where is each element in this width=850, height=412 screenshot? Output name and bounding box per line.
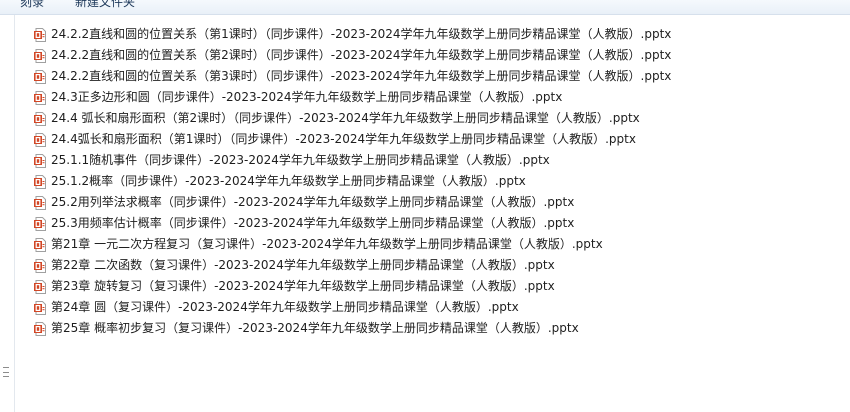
pptx-file-icon (34, 153, 46, 168)
file-name: 第21章 一元二次方程复习（复习课件）-2023-2024学年九年级数学上册同步… (51, 237, 603, 251)
pptx-file-icon (34, 300, 46, 315)
file-name: 第25章 概率初步复习（复习课件）-2023-2024学年九年级数学上册同步精品… (51, 321, 579, 335)
file-row[interactable]: 第24章 圆（复习课件）-2023-2024学年九年级数学上册同步精品课堂（人教… (34, 297, 671, 318)
file-row[interactable]: 25.1.2概率（同步课件）-2023-2024学年九年级数学上册同步精品课堂（… (34, 171, 671, 192)
file-name: 24.3正多边形和圆（同步课件）-2023-2024学年九年级数学上册同步精品课… (51, 90, 563, 104)
file-row[interactable]: 24.2.2直线和圆的位置关系（第2课时）（同步课件）-2023-2024学年九… (34, 45, 671, 66)
file-row[interactable]: 第25章 概率初步复习（复习课件）-2023-2024学年九年级数学上册同步精品… (34, 318, 671, 339)
file-name: 24.4 弧长和扇形面积（第2课时）（同步课件）-2023-2024学年九年级数… (51, 111, 640, 125)
file-row[interactable]: 第23章 旋转复习（复习课件）-2023-2024学年九年级数学上册同步精品课堂… (34, 276, 671, 297)
file-row[interactable]: 24.4弧长和扇形面积（第1课时）（同步课件）-2023-2024学年九年级数学… (34, 129, 671, 150)
burn-button[interactable]: 刻录 (20, 0, 44, 10)
file-row[interactable]: 24.2.2直线和圆的位置关系（第3课时）（同步课件）-2023-2024学年九… (34, 66, 671, 87)
file-name: 24.4弧长和扇形面积（第1课时）（同步课件）-2023-2024学年九年级数学… (51, 132, 636, 146)
pptx-file-icon (34, 321, 46, 336)
file-name: 第24章 圆（复习课件）-2023-2024学年九年级数学上册同步精品课堂（人教… (51, 300, 519, 314)
pptx-file-icon (34, 216, 46, 231)
file-row[interactable]: 25.3用频率估计概率（同步课件）-2023-2024学年九年级数学上册同步精品… (34, 213, 671, 234)
pptx-file-icon (34, 237, 46, 252)
pane-resize-grip[interactable] (3, 367, 9, 377)
pptx-file-icon (34, 48, 46, 63)
file-name: 24.2.2直线和圆的位置关系（第1课时）（同步课件）-2023-2024学年九… (51, 27, 672, 41)
new-folder-button[interactable]: 新建文件夹 (75, 0, 135, 10)
file-name: 第22章 二次函数（复习课件）-2023-2024学年九年级数学上册同步精品课堂… (51, 258, 555, 272)
file-row[interactable]: 24.4 弧长和扇形面积（第2课时）（同步课件）-2023-2024学年九年级数… (34, 108, 671, 129)
pptx-file-icon (34, 90, 46, 105)
file-name: 25.1.1随机事件（同步课件）-2023-2024学年九年级数学上册同步精品课… (51, 153, 550, 167)
navigation-pane (0, 15, 15, 412)
pptx-file-icon (34, 195, 46, 210)
pptx-file-icon (34, 27, 46, 42)
file-row[interactable]: 第21章 一元二次方程复习（复习课件）-2023-2024学年九年级数学上册同步… (34, 234, 671, 255)
file-row[interactable]: 25.2用列举法求概率（同步课件）-2023-2024学年九年级数学上册同步精品… (34, 192, 671, 213)
file-row[interactable]: 24.2.2直线和圆的位置关系（第1课时）（同步课件）-2023-2024学年九… (34, 24, 671, 45)
pptx-file-icon (34, 69, 46, 84)
pptx-file-icon (34, 258, 46, 273)
file-row[interactable]: 24.3正多边形和圆（同步课件）-2023-2024学年九年级数学上册同步精品课… (34, 87, 671, 108)
pptx-file-icon (34, 132, 46, 147)
file-name: 25.1.2概率（同步课件）-2023-2024学年九年级数学上册同步精品课堂（… (51, 174, 526, 188)
pptx-file-icon (34, 111, 46, 126)
file-name: 25.3用频率估计概率（同步课件）-2023-2024学年九年级数学上册同步精品… (51, 216, 575, 230)
file-name: 24.2.2直线和圆的位置关系（第2课时）（同步课件）-2023-2024学年九… (51, 48, 672, 62)
pptx-file-icon (34, 174, 46, 189)
file-row[interactable]: 第22章 二次函数（复习课件）-2023-2024学年九年级数学上册同步精品课堂… (34, 255, 671, 276)
command-bar: 刻录 新建文件夹 (0, 0, 850, 15)
file-name: 25.2用列举法求概率（同步课件）-2023-2024学年九年级数学上册同步精品… (51, 195, 575, 209)
file-row[interactable]: 25.1.1随机事件（同步课件）-2023-2024学年九年级数学上册同步精品课… (34, 150, 671, 171)
file-list: 24.2.2直线和圆的位置关系（第1课时）（同步课件）-2023-2024学年九… (34, 24, 671, 339)
file-name: 24.2.2直线和圆的位置关系（第3课时）（同步课件）-2023-2024学年九… (51, 69, 672, 83)
pptx-file-icon (34, 279, 46, 294)
file-name: 第23章 旋转复习（复习课件）-2023-2024学年九年级数学上册同步精品课堂… (51, 279, 555, 293)
